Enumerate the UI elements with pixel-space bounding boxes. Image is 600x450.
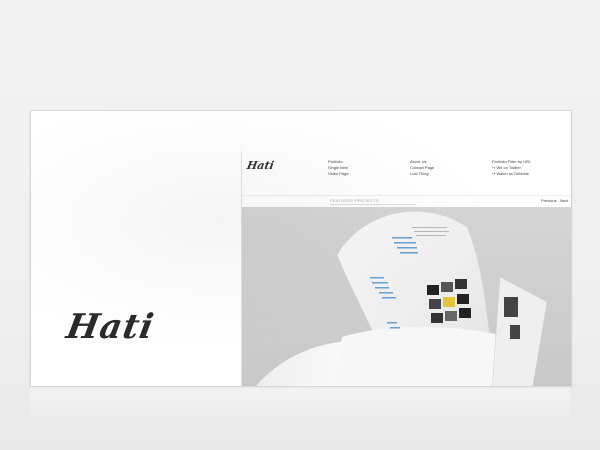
nav-column-3: Portfolio Filter by URL ↪ We on Twitter … [492, 159, 531, 177]
nav-link-dribbble[interactable]: ↪ Watch us Dribbble [492, 171, 531, 177]
brand-logo: Hati [63, 307, 158, 347]
next-button[interactable]: Next [560, 198, 568, 203]
nav-link-lost-thing[interactable]: Lost Thing [410, 171, 434, 177]
nav-column-1: Portfolio Single Item Video Page [328, 159, 349, 177]
site-header: Hati Portfolio Single Item Video Page Ab… [242, 151, 571, 195]
website-preview: Hati Portfolio Single Item Video Page Ab… [241, 151, 571, 386]
site-logo[interactable]: Hati [246, 159, 275, 172]
previous-button[interactable]: Previous [541, 198, 557, 203]
nav-column-2: About Us Contact Page Lost Thing [410, 159, 434, 177]
featured-projects-label: FEATURED PROJECTS [330, 198, 379, 203]
nav-link-video-page[interactable]: Video Page [328, 171, 349, 177]
hero-image [242, 207, 571, 386]
card-reflection [30, 387, 570, 427]
open-brochure-image [256, 211, 548, 386]
preview-card: Hati Hati Portfolio Single Item Video Pa… [30, 110, 572, 387]
featured-projects-bar: FEATURED PROJECTS Previous Next [242, 195, 571, 206]
featured-divider [330, 204, 416, 205]
